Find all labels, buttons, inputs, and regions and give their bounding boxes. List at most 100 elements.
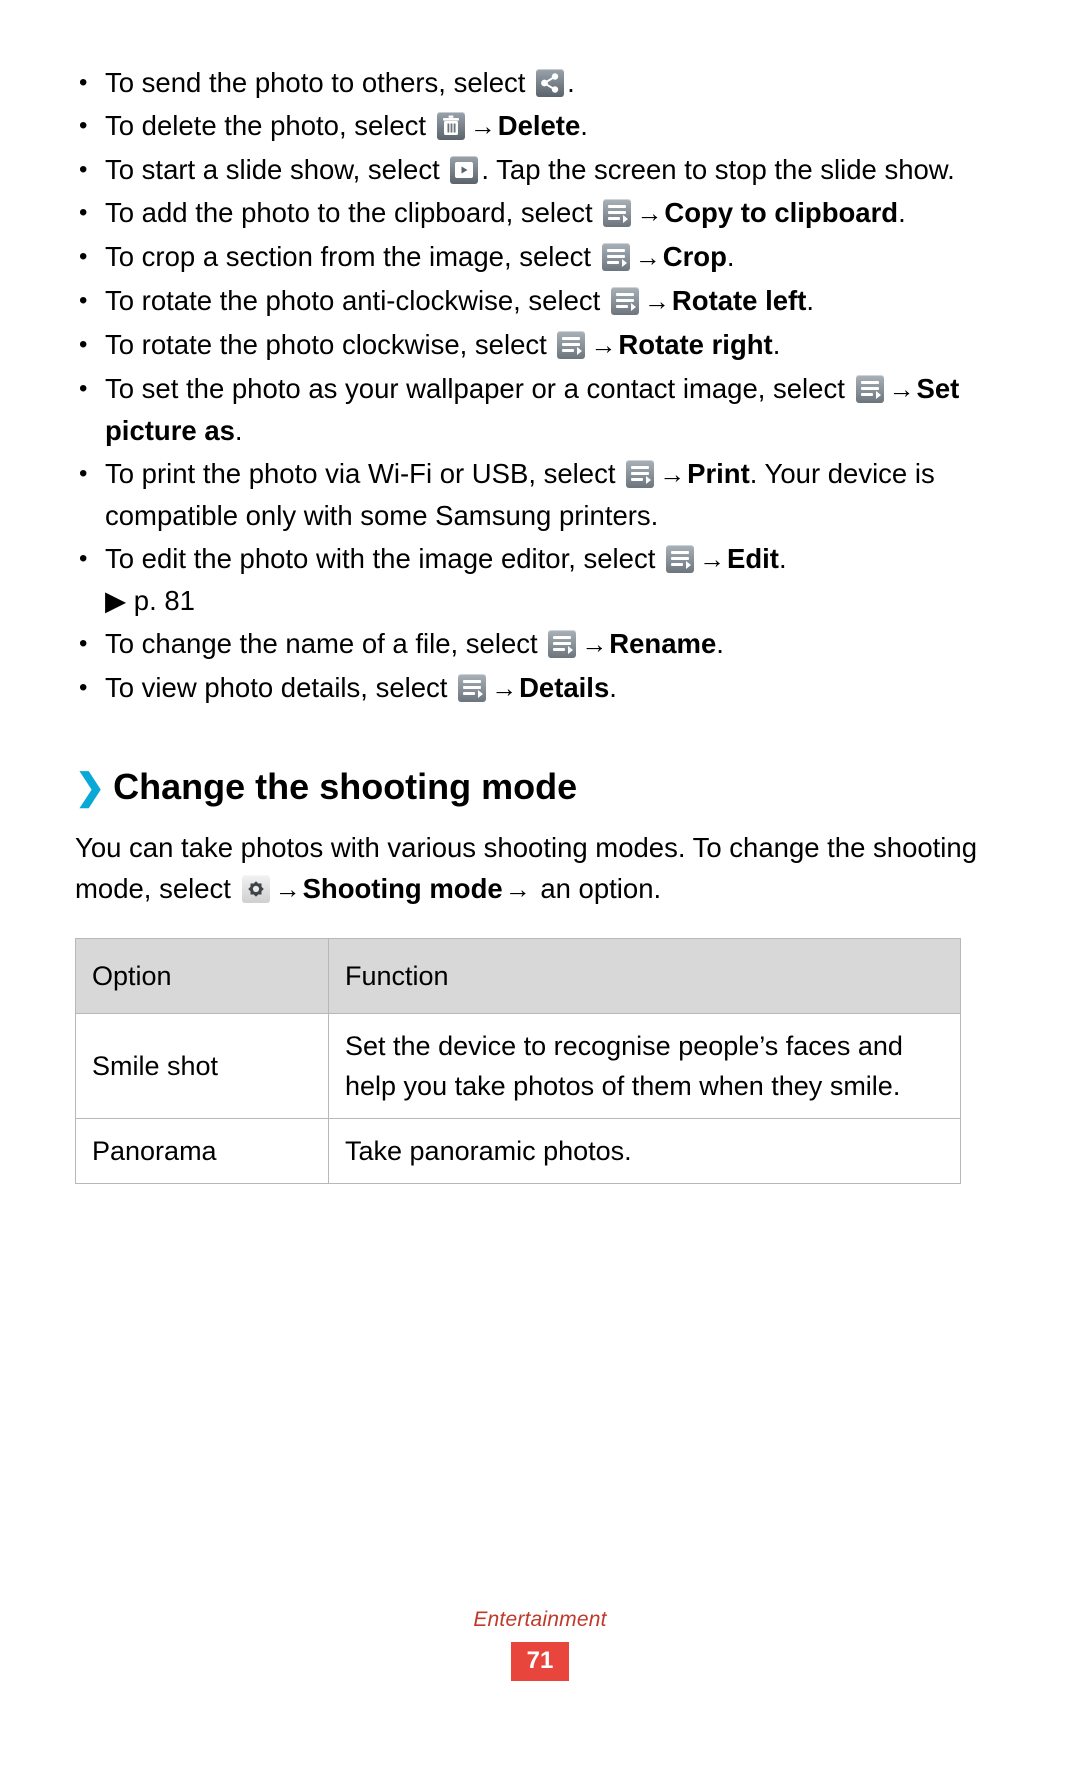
cell-function: Set the device to recognise people’s fac… — [328, 1013, 961, 1119]
menu-icon — [557, 331, 586, 359]
menu-bar — [606, 249, 625, 252]
bullet-text: To add the photo to the clipboard, selec… — [105, 197, 601, 228]
menu-arrow — [623, 215, 629, 223]
list-item-send-photo: To send the photo to others, select . — [75, 62, 1005, 103]
shooting-mode-table: Option Function Smile shot Set the devic… — [75, 938, 961, 1184]
menu-bar — [860, 393, 873, 396]
bold-label: Rotate right — [618, 329, 773, 360]
list-item-print: To print the photo via Wi-Fi or USB, sel… — [75, 453, 1005, 536]
bold-label: Print — [687, 458, 750, 489]
menu-bar — [608, 205, 627, 208]
menu-arrow — [478, 690, 484, 698]
cell-option: Panorama — [75, 1118, 329, 1184]
menu-icon — [665, 545, 694, 573]
bold-label: Rename — [609, 628, 717, 659]
manual-page: To send the photo to others, select . To… — [0, 0, 1080, 1771]
menu-arrow — [577, 347, 583, 355]
bullet-text: To send the photo to others, select — [105, 67, 534, 98]
bold-label: Details — [519, 672, 610, 703]
bullet-text: To view photo details, select — [105, 672, 456, 703]
photo-options-list: To send the photo to others, select . To… — [75, 62, 1005, 709]
arrow-glyph: → — [659, 459, 686, 489]
menu-arrow — [685, 561, 691, 569]
bullet-text-post: . — [772, 329, 781, 360]
list-item-slide-show: To start a slide show, select . Tap the … — [75, 149, 1005, 190]
arrow-glyph: → — [698, 544, 725, 574]
menu-icon — [610, 287, 639, 315]
menu-arrow — [630, 303, 636, 311]
trash-icon — [436, 112, 465, 140]
bullet-text: To rotate the photo anti-clockwise, sele… — [105, 285, 608, 316]
menu-bar — [631, 472, 650, 475]
menu-bar — [670, 551, 689, 554]
menu-bar — [553, 642, 572, 645]
bullet-text: To set the photo as your wallpaper or a … — [105, 373, 853, 404]
page-number-badge: 71 — [510, 1642, 570, 1681]
list-item-rotate-left: To rotate the photo anti-clockwise, sele… — [75, 280, 1005, 322]
table-header-row: Option Function — [75, 938, 961, 1014]
list-item-rename: To change the name of a file, select →Re… — [75, 623, 1005, 665]
bullet-text-post: . Tap the screen to stop the slide show. — [481, 154, 955, 185]
arrow-glyph: → — [274, 874, 301, 904]
menu-bar — [562, 343, 581, 346]
menu-icon — [855, 375, 884, 403]
bullet-text-post: . — [898, 197, 906, 228]
bullet-text-post: . — [580, 110, 588, 141]
bullet-text-post: . — [234, 415, 243, 446]
chevron-right-icon: ❯ — [75, 766, 106, 807]
menu-bar — [562, 349, 575, 352]
arrow-glyph: → — [643, 286, 670, 316]
bullet-text-post: . — [726, 241, 735, 272]
bullet-text-post: . — [778, 543, 787, 574]
arrow-glyph: → — [634, 242, 661, 272]
menu-bar — [670, 557, 689, 560]
menu-bar — [615, 305, 628, 308]
menu-bar — [631, 478, 644, 481]
column-header-option: Option — [75, 938, 329, 1014]
bullet-text-post: . — [806, 285, 814, 316]
arrow-glyph: → — [888, 374, 915, 404]
section-heading-text: Change the shooting mode — [113, 766, 578, 807]
list-item-edit: To edit the photo with the image editor,… — [75, 538, 1005, 621]
menu-bar — [615, 299, 634, 302]
bullet-text: To print the photo via Wi-Fi or USB, sel… — [105, 458, 624, 489]
list-item-set-picture-as: To set the photo as your wallpaper or a … — [75, 368, 1005, 451]
bullet-text: To change the name of a file, select — [105, 628, 546, 659]
menu-bar — [631, 466, 650, 469]
menu-icon — [603, 199, 632, 227]
menu-arrow — [875, 391, 881, 399]
menu-bar — [608, 211, 627, 214]
menu-bar — [860, 381, 879, 384]
arrow-glyph: → — [581, 629, 608, 659]
menu-icon — [458, 674, 487, 702]
table-row: Panorama Take panoramic photos. — [75, 1118, 961, 1184]
bullet-text-post: . — [609, 672, 617, 703]
menu-bar — [463, 692, 476, 695]
bullet-text: To delete the photo, select — [105, 110, 434, 141]
arrow-glyph: → — [590, 330, 617, 360]
cross-reference: ▶ p. 81 — [105, 585, 195, 616]
cell-option: Smile shot — [75, 1013, 329, 1119]
bullet-text-post: . — [716, 628, 724, 659]
menu-arrow — [621, 259, 627, 267]
menu-bar — [670, 563, 683, 566]
list-item-copy-to-clipboard: To add the photo to the clipboard, selec… — [75, 192, 1005, 234]
intro-text-post: an option. — [532, 873, 662, 904]
footer-section-label: Entertainment — [473, 1608, 607, 1631]
bold-label: Edit — [726, 543, 779, 574]
bullet-text-post: . — [567, 67, 575, 98]
bold-label: Copy to clipboard — [664, 197, 899, 228]
menu-icon — [601, 243, 630, 271]
bullet-text: To edit the photo with the image editor,… — [105, 543, 663, 574]
bullet-text: To crop a section from the image, select — [105, 241, 599, 272]
menu-icon — [548, 630, 577, 658]
menu-bar — [562, 337, 581, 340]
section-intro-paragraph: You can take photos with various shootin… — [75, 827, 1005, 910]
menu-bar — [608, 217, 621, 220]
menu-bar — [553, 648, 566, 651]
play-icon — [450, 156, 479, 184]
arrow-glyph: → — [491, 673, 518, 703]
settings-icon — [241, 875, 270, 903]
bold-label: Delete — [497, 110, 581, 141]
menu-arrow — [646, 476, 652, 484]
